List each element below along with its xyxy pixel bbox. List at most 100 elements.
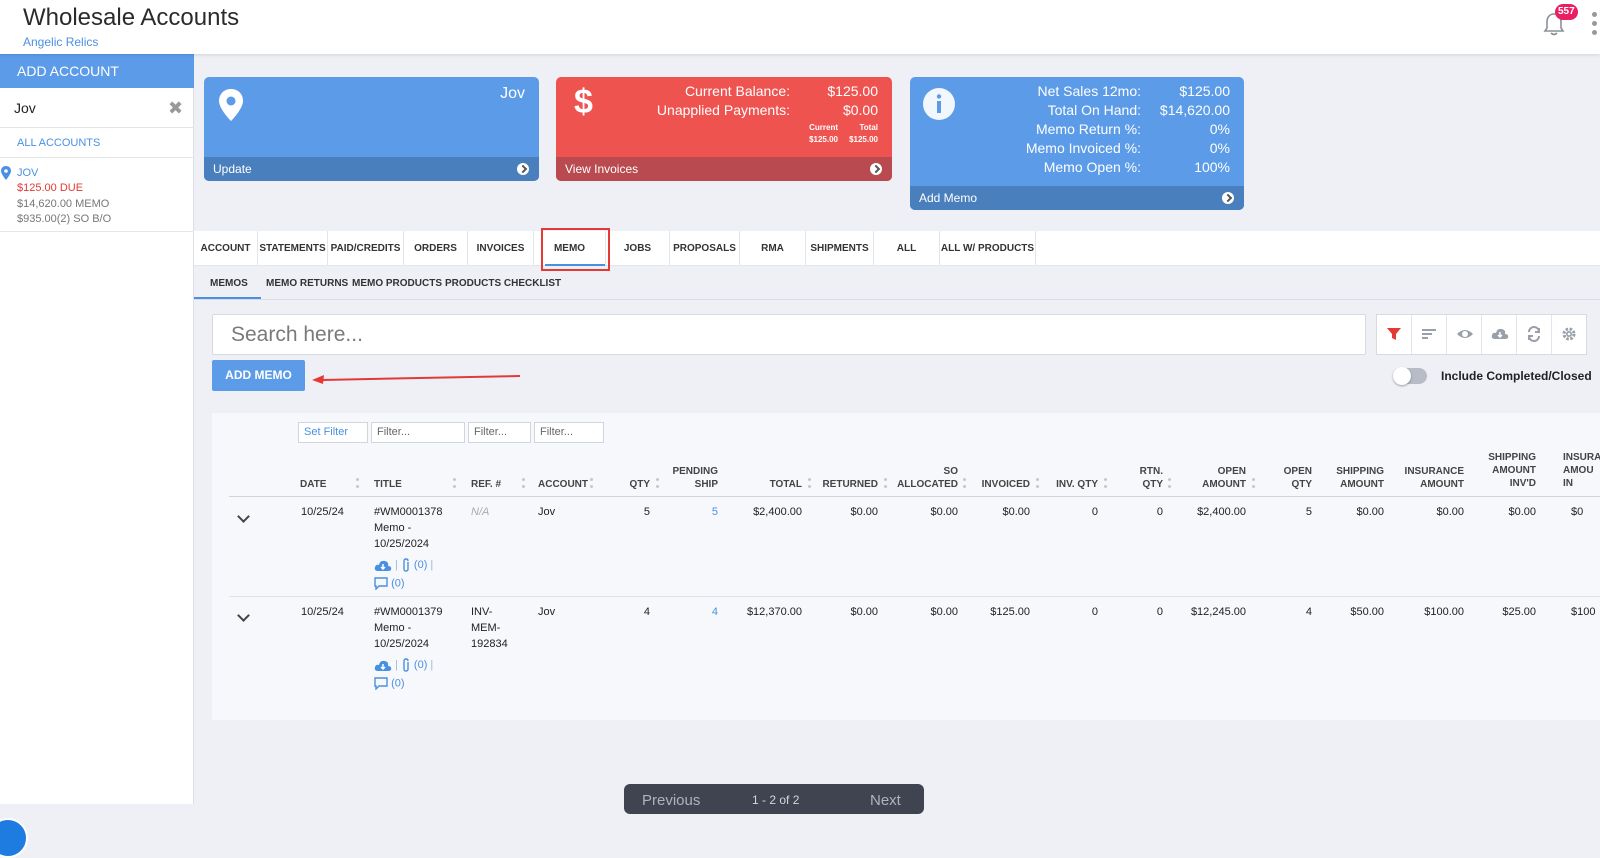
col-rtn-qty[interactable]: RTN. QTY xyxy=(1112,465,1163,491)
add-memo-link[interactable]: Add Memo xyxy=(910,186,1244,210)
set-filter-button[interactable]: Set Filter xyxy=(298,422,368,443)
paperclip-icon[interactable] xyxy=(401,658,411,672)
include-completed-label: Include Completed/Closed xyxy=(1441,369,1592,383)
subtab-memo-products[interactable]: MEMO PRODUCTS xyxy=(352,268,442,300)
support-chat-icon[interactable] xyxy=(0,818,28,858)
clear-icon[interactable]: ✖ xyxy=(168,99,184,117)
main-tabs: ACCOUNT STATEMENTS PAID/CREDITS ORDERS I… xyxy=(194,231,1600,266)
cell-so-allocated: $0.00 xyxy=(930,606,958,618)
tab-rma[interactable]: RMA xyxy=(740,231,806,266)
col-qty[interactable]: QTY xyxy=(600,478,650,491)
tab-proposals[interactable]: PROPOSALS xyxy=(670,231,740,266)
col-date[interactable]: DATE xyxy=(300,478,326,491)
tab-invoices[interactable]: INVOICES xyxy=(468,231,534,266)
more-menu-icon[interactable] xyxy=(1590,12,1600,40)
tab-statements[interactable]: STATEMENTS xyxy=(258,231,328,266)
subtab-memo-returns[interactable]: MEMO RETURNS xyxy=(266,268,348,300)
col-open-qty[interactable]: OPEN QTY xyxy=(1264,465,1312,491)
add-account-button[interactable]: ADD ACCOUNT xyxy=(0,54,194,88)
gear-icon[interactable] xyxy=(1552,315,1587,354)
sort-handle-icon[interactable] xyxy=(656,476,660,490)
cell-title[interactable]: #WM0001378 Memo - 10/25/2024 xyxy=(374,504,443,552)
page-title: Wholesale Accounts xyxy=(23,4,240,31)
sort-handle-icon[interactable] xyxy=(884,476,888,490)
cell-insurance-amount: $0.00 xyxy=(1436,506,1464,518)
tab-shipments[interactable]: SHIPMENTS xyxy=(806,231,874,266)
col-insurance-amount[interactable]: INSURANCE AMOUNT xyxy=(1390,465,1464,491)
sort-handle-icon[interactable] xyxy=(1168,476,1172,490)
cloud-download-icon[interactable] xyxy=(374,658,392,672)
col-account[interactable]: ACCOUNT xyxy=(538,478,588,491)
chevron-right-icon xyxy=(1222,192,1234,204)
cloud-download-icon[interactable] xyxy=(374,558,392,572)
sort-handle-icon[interactable] xyxy=(1036,476,1040,490)
cell-title-line1: #WM0001379 xyxy=(374,606,443,618)
memo-invoiced-label: Memo Invoiced %: xyxy=(1025,140,1141,156)
tab-all[interactable]: ALL xyxy=(874,231,940,266)
col-so-allocated[interactable]: SO ALLOCATED xyxy=(892,465,958,491)
col-inv-qty[interactable]: INV. QTY xyxy=(1044,478,1098,491)
sort-handle-icon[interactable] xyxy=(356,476,360,490)
eye-icon[interactable] xyxy=(1447,315,1482,354)
attachment-count[interactable]: (0) xyxy=(414,559,427,571)
cell-title[interactable]: #WM0001379 Memo - 10/25/2024 xyxy=(374,604,443,652)
current-balance-label: Current Balance: xyxy=(684,83,790,99)
account-due: $125.00 DUE xyxy=(17,182,84,194)
subtab-products-checklist[interactable]: PRODUCTS CHECKLIST xyxy=(445,268,561,300)
app-header: Wholesale Accounts Angelic Relics 557 xyxy=(0,0,1600,54)
tab-all-with-products[interactable]: ALL W/ PRODUCTS xyxy=(940,231,1036,266)
all-accounts-link[interactable]: ALL ACCOUNTS xyxy=(17,137,100,149)
col-invoiced[interactable]: INVOICED xyxy=(976,478,1030,491)
col-shipping-invd[interactable]: SHIPPING AMOUNT INV'D xyxy=(1470,451,1536,490)
update-link[interactable]: Update xyxy=(204,157,539,181)
add-memo-button[interactable]: ADD MEMO xyxy=(212,360,305,391)
pagination-bar: Previous 1 - 2 of 2 Next xyxy=(624,784,924,814)
tab-paid-credits[interactable]: PAID/CREDITS xyxy=(328,231,404,266)
row-comments[interactable]: (0) xyxy=(374,677,405,691)
col-insurance-invd[interactable]: INSURA AMOU IN xyxy=(1563,451,1600,490)
col-total[interactable]: TOTAL xyxy=(740,478,802,491)
balance-card: $ Current Balance: $125.00 Unapplied Pay… xyxy=(556,77,892,181)
sort-handle-icon[interactable] xyxy=(963,476,967,490)
previous-page-button[interactable]: Previous xyxy=(642,792,700,809)
cell-pending-ship[interactable]: 4 xyxy=(664,604,718,620)
filter-icon[interactable] xyxy=(1377,315,1412,354)
cloud-download-icon[interactable] xyxy=(1482,315,1517,354)
col-pending-ship[interactable]: PENDING SHIP xyxy=(664,465,718,491)
title-filter-input[interactable]: Filter... xyxy=(371,422,465,443)
subtab-memos[interactable]: MEMOS xyxy=(210,268,248,300)
account-so-bo: $935.00(2) SO B/O xyxy=(17,213,112,225)
col-open-amount[interactable]: OPEN AMOUNT xyxy=(1182,465,1246,491)
unapplied-payments-value: $0.00 xyxy=(842,102,878,118)
paperclip-icon[interactable] xyxy=(401,558,411,572)
col-title[interactable]: TITLE xyxy=(374,478,402,491)
sort-handle-icon[interactable] xyxy=(808,476,812,490)
account-search-field[interactable]: Jov ✖ xyxy=(0,90,194,128)
sort-handle-icon[interactable] xyxy=(453,476,457,490)
sort-handle-icon[interactable] xyxy=(522,476,526,490)
col-returned[interactable]: RETURNED xyxy=(814,478,878,491)
next-page-button[interactable]: Next xyxy=(870,792,901,809)
account-list-item[interactable]: JOV $125.00 DUE $14,620.00 MEMO $935.00(… xyxy=(0,158,194,232)
comment-count: (0) xyxy=(391,677,405,690)
row-comments[interactable]: (0) xyxy=(374,577,405,591)
tab-jobs[interactable]: JOBS xyxy=(606,231,670,266)
tab-account[interactable]: ACCOUNT xyxy=(194,231,258,266)
sort-handle-icon[interactable] xyxy=(590,476,594,490)
col-ref[interactable]: REF. # xyxy=(471,478,501,491)
account-filter-input[interactable]: Filter... xyxy=(534,422,604,443)
search-input[interactable] xyxy=(213,315,1365,354)
tab-orders[interactable]: ORDERS xyxy=(404,231,468,266)
sort-icon[interactable] xyxy=(1412,315,1447,354)
include-completed-toggle[interactable] xyxy=(1393,367,1427,385)
col-shipping-amount[interactable]: SHIPPING AMOUNT xyxy=(1318,465,1384,491)
attachment-count[interactable]: (0) xyxy=(414,659,427,671)
cell-qty: 5 xyxy=(643,506,650,518)
ref-filter-input[interactable]: Filter... xyxy=(468,422,531,443)
memo-return-label: Memo Return %: xyxy=(1035,121,1141,137)
refresh-icon[interactable] xyxy=(1517,315,1552,354)
view-invoices-link[interactable]: View Invoices xyxy=(556,157,892,181)
sort-handle-icon[interactable] xyxy=(1252,476,1256,490)
sort-handle-icon[interactable] xyxy=(1104,476,1108,490)
cell-pending-ship[interactable]: 5 xyxy=(664,504,718,520)
